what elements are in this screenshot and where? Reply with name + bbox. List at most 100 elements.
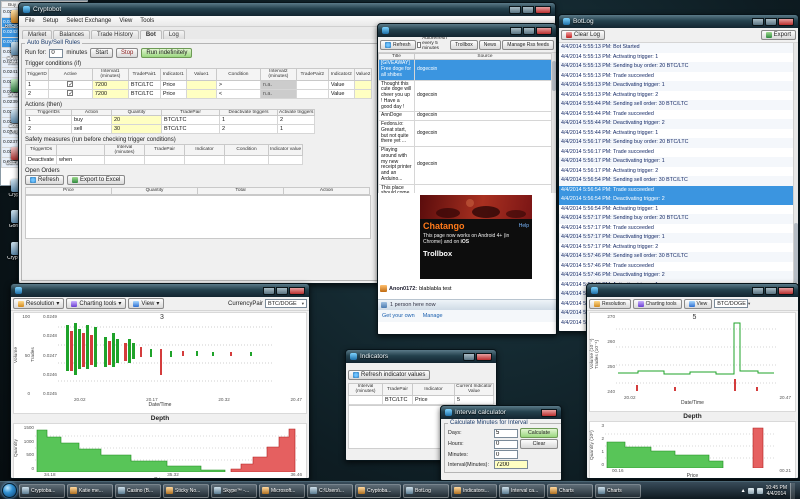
tab[interactable]: Market	[22, 30, 52, 39]
log-entry[interactable]: 4/4/2014 5:55:44 PM: Trade succeeded	[559, 110, 798, 120]
taskbar-window-button[interactable]: Cryptoba...	[355, 484, 401, 498]
interval-titlebar[interactable]: Interval calculator	[441, 406, 561, 419]
active-checkbox[interactable]: ✓	[67, 90, 73, 96]
log-entry[interactable]: 4/4/2014 5:56:54 PM: Activating trigger:…	[559, 205, 798, 215]
minimize-button[interactable]	[510, 27, 522, 35]
safety-row[interactable]: Deactivate when	[26, 156, 303, 165]
help-link[interactable]: Help	[519, 223, 529, 229]
log-entry[interactable]: 4/4/2014 5:56:17 PM: Sending buy order: …	[559, 138, 798, 148]
tray-expand-icon[interactable]: ▴	[742, 487, 745, 494]
indicator-row[interactable]: BTC/LTC Price 5	[349, 395, 494, 404]
minimize-button[interactable]	[509, 6, 521, 14]
menu-item[interactable]: Setup	[40, 18, 62, 24]
manage-rss-button[interactable]: Manage Rss feeds	[502, 40, 554, 50]
refresh-orders-button[interactable]: Refresh	[25, 175, 64, 185]
news-row[interactable]: Fedora.io: Great start, but not quite th…	[379, 121, 556, 147]
maximize-button[interactable]	[276, 287, 288, 295]
log-entry[interactable]: 4/4/2014 5:57:46 PM: Trade succeeded	[559, 262, 798, 272]
export-log-button[interactable]: Export	[761, 30, 796, 40]
log-entry[interactable]: 4/4/2014 5:56:17 PM: Deactivating trigge…	[559, 157, 798, 167]
interval-result-input[interactable]	[494, 460, 528, 469]
menu-item[interactable]: View	[116, 18, 135, 24]
maximize-button[interactable]	[523, 27, 535, 35]
botlog-titlebar[interactable]: BotLog	[559, 15, 798, 28]
log-entry[interactable]: 4/4/2014 5:55:13 PM: Bot Started	[559, 43, 798, 53]
news-row[interactable]: This place should come with a warning la…	[379, 184, 556, 193]
maximize-button[interactable]	[522, 6, 534, 14]
view-button[interactable]: View	[684, 299, 713, 309]
minimize-button[interactable]	[263, 287, 275, 295]
log-entry[interactable]: 4/4/2014 5:55:13 PM: Activating trigger:…	[559, 91, 798, 101]
menu-item[interactable]: Tools	[137, 18, 157, 24]
log-entry[interactable]: 4/4/2014 5:56:17 PM: Activating trigger:…	[559, 167, 798, 177]
trigger-row[interactable]: 2 ✓ 7200 BTC/LTC Price < n.a. Value	[26, 89, 372, 98]
log-entry[interactable]: 4/4/2014 5:55:13 PM: Trade succeeded	[559, 72, 798, 82]
news-row[interactable]: Thought this cute doge will cheer you up…	[379, 80, 556, 112]
clear-button[interactable]: Clear	[520, 439, 558, 449]
taskbar-window-button[interactable]: BotLog	[403, 484, 449, 498]
news-row[interactable]: AnnDoge dogecoin	[379, 112, 556, 121]
stop-button[interactable]: Stop	[116, 48, 138, 58]
active-checkbox[interactable]: ✓	[67, 81, 73, 87]
log-entry[interactable]: 4/4/2014 5:56:54 PM: Trade succeeded	[559, 186, 798, 196]
charts-titlebar[interactable]	[11, 284, 309, 297]
autorefresh-checkbox[interactable]	[417, 42, 422, 48]
days-input[interactable]	[494, 429, 518, 438]
currencypair-select[interactable]: BTC/DOGE▾	[714, 299, 748, 308]
minutes-input[interactable]	[494, 450, 518, 459]
cryptobot-titlebar[interactable]: Cryptobot	[19, 3, 555, 16]
taskbar-window-button[interactable]: Charts	[595, 484, 641, 498]
show-desktop-button[interactable]	[790, 483, 795, 499]
start-button[interactable]	[2, 483, 17, 498]
refresh-news-button[interactable]: Refresh	[380, 40, 416, 50]
currencypair-select[interactable]: BTC/DOGE▾	[265, 299, 307, 308]
clock[interactable]: 10:45 PM 4/4/2014	[766, 485, 787, 497]
manage-link[interactable]: Manage	[423, 313, 443, 319]
close-button[interactable]	[535, 6, 551, 14]
close-button[interactable]	[289, 287, 305, 295]
log-entry[interactable]: 4/4/2014 5:55:44 PM: Deactivating trigge…	[559, 119, 798, 129]
clear-log-button[interactable]: Clear Log	[561, 30, 605, 40]
close-button[interactable]	[476, 353, 492, 361]
minimize-button[interactable]	[752, 287, 764, 295]
trigger-row[interactable]: 1 ✓ 7200 BTC/LTC Price > n.a. Value	[26, 80, 372, 89]
export-excel-button[interactable]: Export to Excel	[67, 175, 125, 185]
network-icon[interactable]	[748, 488, 754, 494]
charting-tools-button[interactable]: Charting tools▾	[66, 298, 126, 309]
taskbar-window-button[interactable]: Cryptoba...	[19, 484, 65, 498]
resolution-button[interactable]: Resolution	[589, 299, 631, 309]
scrollbar-thumb[interactable]	[552, 61, 556, 91]
volume-icon[interactable]	[757, 488, 763, 494]
log-entry[interactable]: 4/4/2014 5:56:17 PM: Trade succeeded	[559, 148, 798, 158]
log-entry[interactable]: 4/4/2014 5:56:54 PM: Deactivating trigge…	[559, 195, 798, 205]
maximize-button[interactable]	[765, 287, 777, 295]
taskbar-window-button[interactable]: Indicators...	[451, 484, 497, 498]
run-indefinitely-button[interactable]: Run indefinitely	[141, 48, 192, 58]
tab[interactable]: Log	[163, 30, 185, 39]
tab[interactable]: Balances	[53, 30, 90, 39]
taskbar-window-button[interactable]: C:\Users\...	[307, 484, 353, 498]
taskbar-window-button[interactable]: Casino (B...	[115, 484, 161, 498]
log-entry[interactable]: 4/4/2014 5:55:13 PM: Deactivating trigge…	[559, 81, 798, 91]
log-entry[interactable]: 4/4/2014 5:55:44 PM: Sending sell order:…	[559, 100, 798, 110]
news-row[interactable]: [GIVEAWAY] Free doge for all shibes doge…	[379, 60, 556, 80]
taskbar-window-button[interactable]: Skype™ -...	[211, 484, 257, 498]
get-your-own-link[interactable]: Get your own	[382, 313, 415, 319]
log-entry[interactable]: 4/4/2014 5:57:17 PM: Trade succeeded	[559, 224, 798, 234]
maximize-button[interactable]	[765, 18, 777, 26]
indicators-titlebar[interactable]: Indicators	[346, 350, 496, 363]
taskbar-window-button[interactable]: Charts	[547, 484, 593, 498]
log-entry[interactable]: 4/4/2014 5:56:54 PM: Sending sell order:…	[559, 176, 798, 186]
tab[interactable]: Trade History	[91, 30, 139, 39]
log-entry[interactable]: 4/4/2014 5:57:46 PM: Sending sell order:…	[559, 252, 798, 262]
resolution-button[interactable]: Resolution▾	[13, 298, 64, 309]
log-entry[interactable]: 4/4/2014 5:55:13 PM: Activating trigger:…	[559, 53, 798, 63]
view-button[interactable]: View▾	[128, 298, 164, 309]
log-entry[interactable]: 4/4/2014 5:55:44 PM: Activating trigger:…	[559, 129, 798, 139]
news-row[interactable]: Playing around with my new receipt print…	[379, 147, 556, 185]
log-entry[interactable]: 4/4/2014 5:55:13 PM: Sending buy order: …	[559, 62, 798, 72]
log-entry[interactable]: 4/4/2014 5:57:17 PM: Deactivating trigge…	[559, 233, 798, 243]
action-row[interactable]: 2 sell 30 BTC/LTC 2 1	[26, 124, 315, 133]
refresh-indicators-button[interactable]: Refresh indicator values	[348, 370, 430, 380]
calculate-button[interactable]: Calculate	[520, 428, 558, 438]
